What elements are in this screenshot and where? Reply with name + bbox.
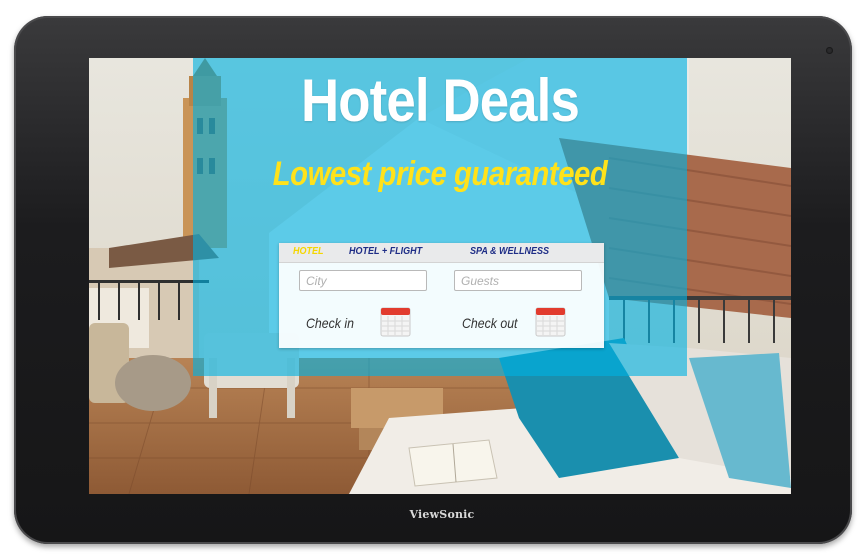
brand-logo: ViewSonic [409,508,475,521]
booking-tabs: HOTEL HOTEL + FLIGHT SPA & WELLNESS [279,243,604,263]
tab-hotel-flight[interactable]: HOTEL + FLIGHT [349,246,422,257]
page-title: Hotel Deals [301,67,580,134]
camera-icon [826,47,833,54]
checkin-calendar-icon[interactable] [380,305,411,337]
checkout-calendar-icon[interactable] [535,305,566,337]
checkin-label: Check in [306,315,354,331]
checkout-label: Check out [462,315,518,331]
tab-hotel[interactable]: HOTEL [293,246,324,257]
tab-spa-wellness[interactable]: SPA & WELLNESS [470,246,549,257]
booking-form: HOTEL HOTEL + FLIGHT SPA & WELLNESS City… [279,243,604,348]
city-input[interactable]: City [299,270,427,291]
promo-tagline: Lowest price guaranteed [272,155,608,193]
tablet-screen: Hotel Deals Lowest price guaranteed HOTE… [89,58,791,494]
guests-input[interactable]: Guests [454,270,582,291]
